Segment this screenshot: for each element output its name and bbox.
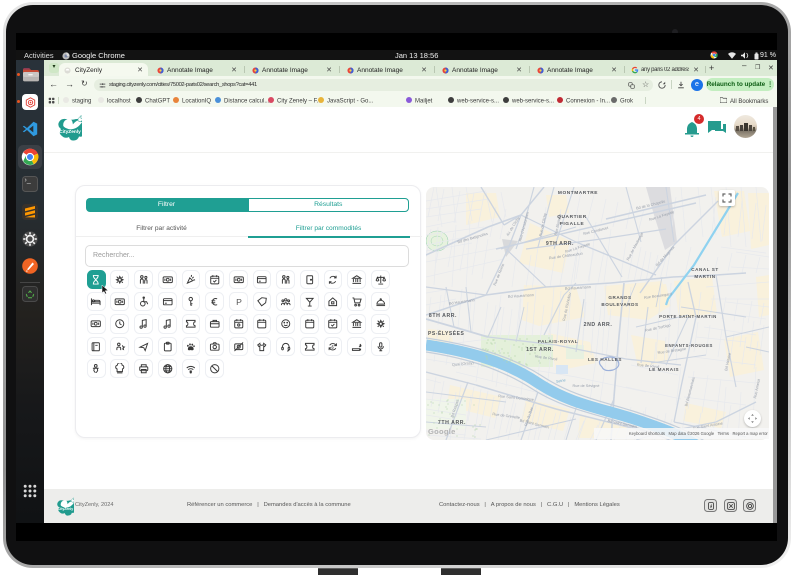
svg-text:CityZenly: CityZenly [59,129,81,135]
svg-text:ENFANTS-ROUGES: ENFANTS-ROUGES [665,343,713,348]
svg-text:PORTE SAINT-MARTIN: PORTE SAINT-MARTIN [659,314,717,319]
svg-text:CANAL ST: CANAL ST [691,267,719,272]
svg-text:$: $ [332,344,335,349]
svg-text:LE MARAIS: LE MARAIS [649,367,679,372]
svg-text:CityZenly: CityZenly [58,507,73,511]
svg-text:1ST ARR.: 1ST ARR. [526,347,554,353]
svg-text:PS-ÉLYSÉES: PS-ÉLYSÉES [428,329,465,337]
svg-text:PIGALLE: PIGALLE [560,221,585,227]
svg-text:9TH ARR.: 9TH ARR. [546,241,574,247]
svg-text:Rue de Sévigné: Rue de Sévigné [572,384,599,388]
svg-text:LES HALLES: LES HALLES [588,357,622,362]
svg-text:MONTMARTRE: MONTMARTRE [558,190,598,196]
svg-text:P: P [236,297,242,307]
svg-text:GRANDS: GRANDS [608,295,631,300]
svg-text:2ND ARR.: 2ND ARR. [584,322,613,328]
svg-text:8TH ARR.: 8TH ARR. [429,313,457,319]
svg-text:7TH ARR.: 7TH ARR. [438,420,466,426]
svg-text:BOULEVARDS: BOULEVARDS [601,302,638,307]
svg-text:QUARTIER: QUARTIER [557,214,586,220]
svg-text:MARTIN: MARTIN [694,274,715,279]
svg-text:PALAIS-ROYAL: PALAIS-ROYAL [538,339,578,344]
